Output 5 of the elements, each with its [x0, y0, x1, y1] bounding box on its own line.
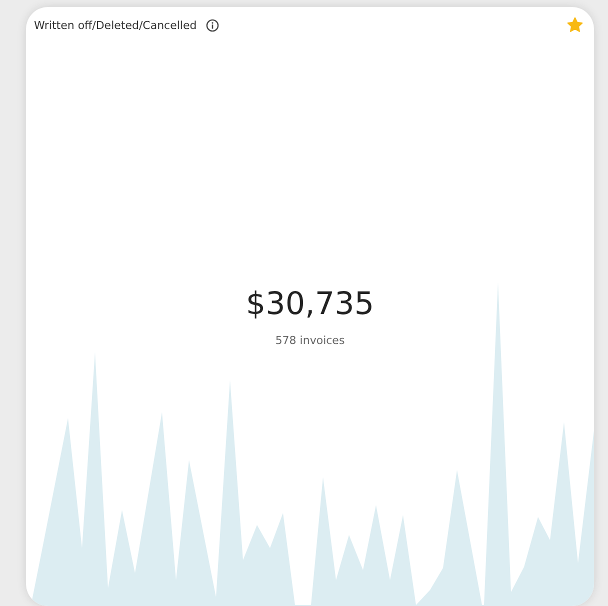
invoice-count: 578 invoices	[275, 334, 345, 347]
card-title: Written off/Deleted/Cancelled	[34, 18, 197, 32]
info-icon[interactable]	[206, 18, 219, 32]
total-amount: $30,735	[246, 286, 374, 322]
star-icon[interactable]	[566, 16, 584, 34]
